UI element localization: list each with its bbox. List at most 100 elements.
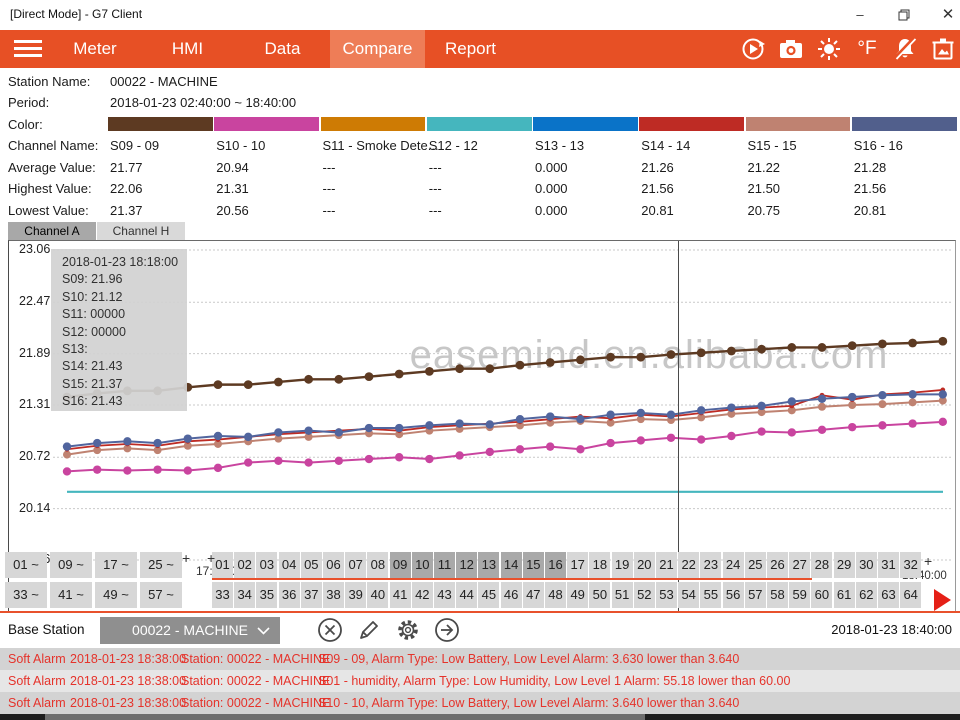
- brightness-icon[interactable]: [815, 35, 843, 63]
- channel-button-22[interactable]: 22: [678, 552, 699, 578]
- channel-button-08[interactable]: 08: [367, 552, 388, 578]
- camera-icon[interactable]: [777, 35, 805, 63]
- channel-button-38[interactable]: 38: [323, 582, 344, 608]
- channel-button-63[interactable]: 63: [878, 582, 899, 608]
- image-trash-icon[interactable]: [929, 35, 957, 63]
- top-group-button-17~24[interactable]: 17 ~ 24: [95, 552, 137, 578]
- channel-button-30[interactable]: 30: [856, 552, 877, 578]
- cancel-icon[interactable]: [316, 616, 344, 644]
- channel-button-15[interactable]: 15: [523, 552, 544, 578]
- channel-button-13[interactable]: 13: [478, 552, 499, 578]
- channel-button-02[interactable]: 02: [234, 552, 255, 578]
- alarm-row[interactable]: Soft Alarm2018-01-23 18:38:00Station: 00…: [0, 670, 960, 692]
- channel-button-17[interactable]: 17: [567, 552, 588, 578]
- bottom-group-button-57~64[interactable]: 57 ~ 64: [140, 582, 182, 608]
- minimize-button[interactable]: –: [838, 0, 882, 30]
- channel-button-51[interactable]: 51: [612, 582, 633, 608]
- channel-button-34[interactable]: 34: [234, 582, 255, 608]
- sync-icon[interactable]: [739, 35, 767, 63]
- channel-button-10[interactable]: 10: [412, 552, 433, 578]
- channel-button-14[interactable]: 14: [501, 552, 522, 578]
- base-station-dropdown[interactable]: 00022 - MACHINE: [100, 617, 280, 644]
- channel-button-59[interactable]: 59: [789, 582, 810, 608]
- tab-channel-h[interactable]: Channel H: [97, 222, 185, 240]
- next-page-arrow[interactable]: [934, 589, 951, 611]
- alarm-scrollbar[interactable]: [0, 714, 960, 720]
- channel-button-11[interactable]: 11: [434, 552, 455, 578]
- channel-button-12[interactable]: 12: [456, 552, 477, 578]
- nav-item-data[interactable]: Data: [245, 30, 320, 68]
- go-arrow-icon[interactable]: [433, 616, 461, 644]
- channel-button-40[interactable]: 40: [367, 582, 388, 608]
- channel-button-49[interactable]: 49: [567, 582, 588, 608]
- bottom-group-button-41~48[interactable]: 41 ~ 48: [50, 582, 92, 608]
- edit-pencil-icon[interactable]: [355, 616, 383, 644]
- channel-button-52[interactable]: 52: [634, 582, 655, 608]
- tab-channel-a[interactable]: Channel A: [8, 222, 96, 240]
- channel-button-06[interactable]: 06: [323, 552, 344, 578]
- scrollbar-thumb[interactable]: [45, 714, 645, 720]
- top-group-button-01~08[interactable]: 01 ~ 08: [5, 552, 47, 578]
- settings-gear-icon[interactable]: [394, 616, 422, 644]
- top-group-button-09~16[interactable]: 09 ~ 16: [50, 552, 92, 578]
- channel-button-44[interactable]: 44: [456, 582, 477, 608]
- channel-button-23[interactable]: 23: [700, 552, 721, 578]
- menu-icon[interactable]: [14, 40, 42, 58]
- channel-button-20[interactable]: 20: [634, 552, 655, 578]
- zoom-in-button-3[interactable]: +: [924, 553, 932, 569]
- channel-button-45[interactable]: 45: [478, 582, 499, 608]
- bottom-group-button-49~56[interactable]: 49 ~ 56: [95, 582, 137, 608]
- channel-button-35[interactable]: 35: [256, 582, 277, 608]
- channel-button-36[interactable]: 36: [279, 582, 300, 608]
- channel-button-47[interactable]: 47: [523, 582, 544, 608]
- channel-button-53[interactable]: 53: [656, 582, 677, 608]
- channel-button-05[interactable]: 05: [301, 552, 322, 578]
- top-group-button-25~32[interactable]: 25 ~ 32: [140, 552, 182, 578]
- channel-button-18[interactable]: 18: [589, 552, 610, 578]
- nav-item-report[interactable]: Report: [428, 30, 513, 68]
- fahrenheit-icon[interactable]: °F: [853, 35, 881, 63]
- channel-button-28[interactable]: 28: [811, 552, 832, 578]
- nav-item-hmi[interactable]: HMI: [150, 30, 225, 68]
- channel-button-50[interactable]: 50: [589, 582, 610, 608]
- channel-button-16[interactable]: 16: [545, 552, 566, 578]
- channel-button-04[interactable]: 04: [279, 552, 300, 578]
- channel-button-03[interactable]: 03: [256, 552, 277, 578]
- channel-button-42[interactable]: 42: [412, 582, 433, 608]
- channel-button-61[interactable]: 61: [834, 582, 855, 608]
- channel-button-24[interactable]: 24: [723, 552, 744, 578]
- nav-item-meter[interactable]: Meter: [55, 30, 135, 68]
- close-button[interactable]: ✕: [926, 0, 960, 30]
- channel-button-07[interactable]: 07: [345, 552, 366, 578]
- channel-button-48[interactable]: 48: [545, 582, 566, 608]
- alarm-row[interactable]: Soft Alarm2018-01-23 18:38:00Station: 00…: [0, 692, 960, 714]
- channel-button-60[interactable]: 60: [811, 582, 832, 608]
- channel-button-09[interactable]: 09: [390, 552, 411, 578]
- restore-button[interactable]: [882, 0, 926, 30]
- zoom-in-button-2[interactable]: +: [207, 550, 215, 566]
- mute-bell-icon[interactable]: [891, 35, 919, 63]
- channel-button-58[interactable]: 58: [767, 582, 788, 608]
- channel-button-32[interactable]: 32: [900, 552, 921, 578]
- channel-button-43[interactable]: 43: [434, 582, 455, 608]
- channel-button-57[interactable]: 57: [745, 582, 766, 608]
- channel-button-27[interactable]: 27: [789, 552, 810, 578]
- channel-button-26[interactable]: 26: [767, 552, 788, 578]
- channel-button-54[interactable]: 54: [678, 582, 699, 608]
- channel-button-64[interactable]: 64: [900, 582, 921, 608]
- channel-button-37[interactable]: 37: [301, 582, 322, 608]
- channel-button-31[interactable]: 31: [878, 552, 899, 578]
- channel-button-33[interactable]: 33: [212, 582, 233, 608]
- channel-button-62[interactable]: 62: [856, 582, 877, 608]
- channel-button-46[interactable]: 46: [501, 582, 522, 608]
- channel-button-21[interactable]: 21: [656, 552, 677, 578]
- channel-button-56[interactable]: 56: [723, 582, 744, 608]
- channel-button-25[interactable]: 25: [745, 552, 766, 578]
- channel-button-41[interactable]: 41: [390, 582, 411, 608]
- alarm-row[interactable]: Soft Alarm2018-01-23 18:38:00Station: 00…: [0, 648, 960, 670]
- channel-button-19[interactable]: 19: [612, 552, 633, 578]
- nav-item-compare[interactable]: Compare: [330, 30, 425, 68]
- bottom-group-button-33~40[interactable]: 33 ~ 40: [5, 582, 47, 608]
- channel-button-29[interactable]: 29: [834, 552, 855, 578]
- zoom-in-button-1[interactable]: +: [182, 550, 190, 566]
